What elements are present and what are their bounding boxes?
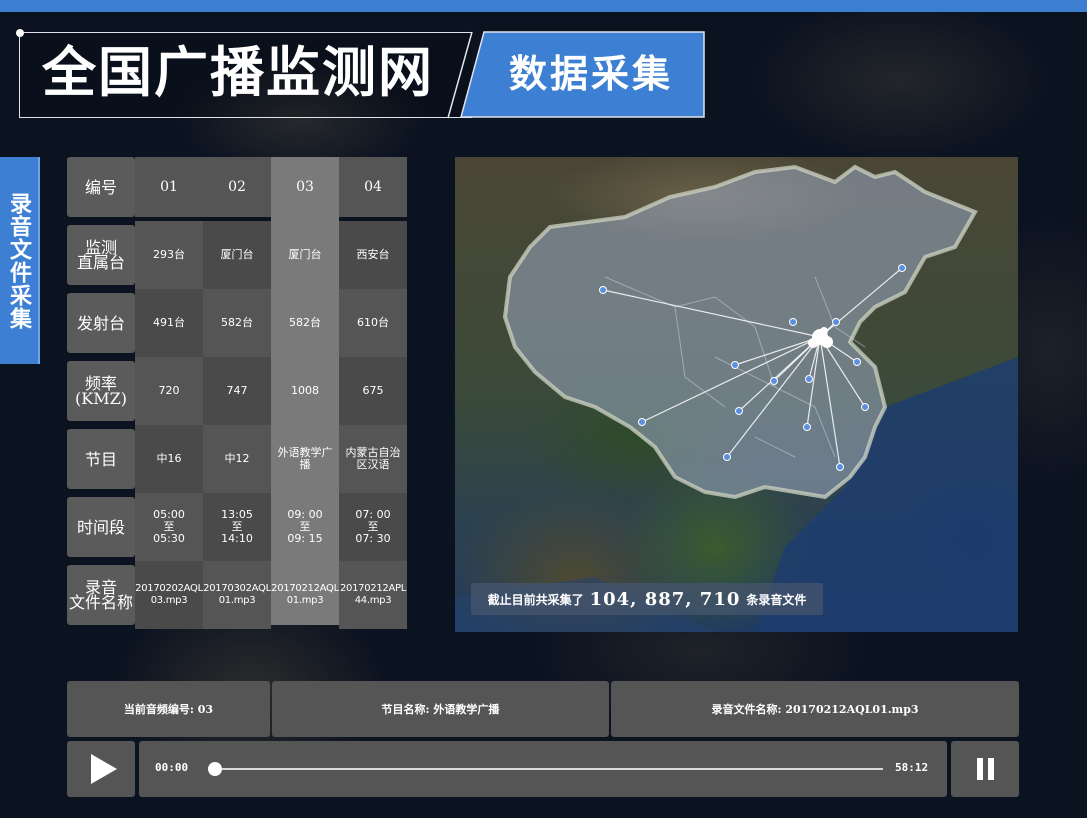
row-header-station: 监测 直属台 (67, 225, 135, 285)
cell-station-02[interactable]: 厦门台 (203, 221, 271, 289)
map-caption: 截止目前共采集了 104, 887, 710 条录音文件 (471, 583, 823, 615)
cell-file-name-03[interactable]: 20170212AQL 01.mp3 (271, 561, 339, 629)
time-current: 00:00 (155, 761, 189, 774)
cell-program-02[interactable]: 中12 (203, 425, 271, 493)
cell-transmitter-03[interactable]: 582台 (271, 289, 339, 357)
caption-count: 104, 887, 710 (589, 588, 741, 610)
cell-program-01[interactable]: 中16 (135, 425, 203, 493)
current-audio-id-label: 当前音频编号: 03 (123, 703, 214, 716)
pause-button[interactable] (951, 741, 1019, 797)
cell-transmitter-04[interactable]: 610台 (339, 289, 407, 357)
cell-transmitter-01[interactable]: 491台 (135, 289, 203, 357)
map-overlay (455, 164, 1018, 632)
cell-station-01[interactable]: 293台 (135, 221, 203, 289)
play-button[interactable] (67, 741, 135, 797)
cell-id-01[interactable]: 01 (135, 157, 203, 217)
cell-station-03[interactable]: 厦门台 (271, 221, 339, 289)
cell-transmitter-02[interactable]: 582台 (203, 289, 271, 357)
page-subtitle: 数据采集 (508, 52, 673, 96)
row-header-frequency: 频率 (KMZ) (67, 361, 135, 421)
cell-id-04[interactable]: 04 (339, 157, 407, 217)
progress-track[interactable] (213, 768, 883, 770)
cell-time-slot-01[interactable]: 05:00 至 05:30 (135, 493, 203, 561)
row-header-id: 编号 (67, 157, 135, 217)
progress-knob[interactable] (208, 762, 222, 776)
page-title: 全国广播监测网 (42, 41, 434, 104)
side-tab-label: 录音文件采集 (6, 191, 32, 330)
cell-frequency-01[interactable]: 720 (135, 357, 203, 425)
recording-file-name-label: 录音文件名称: 20170212AQL01.mp3 (711, 703, 919, 716)
cell-frequency-04[interactable]: 675 (339, 357, 407, 425)
cell-time-slot-03[interactable]: 09: 00 至 09: 15 (271, 493, 339, 561)
cell-file-name-04[interactable]: 20170212APL 44.mp3 (339, 561, 407, 629)
caption-suffix: 条录音文件 (746, 592, 807, 607)
row-header-time-slot: 时间段 (67, 497, 135, 557)
play-icon (91, 754, 117, 784)
row-header-file-name: 录音 文件名称 (67, 565, 135, 625)
row-header-program: 节目 (67, 429, 135, 489)
caption-prefix: 截止目前共采集了 (487, 592, 584, 607)
title-corner-dot (16, 29, 24, 37)
cell-file-name-01[interactable]: 20170202AQL 03.mp3 (135, 561, 203, 629)
recording-file-name: 录音文件名称: 20170212AQL01.mp3 (611, 681, 1019, 737)
cell-id-03[interactable]: 03 (271, 157, 339, 217)
cell-station-04[interactable]: 西安台 (339, 221, 407, 289)
top-accent-bar (0, 0, 1087, 12)
side-tab-recording-collection[interactable]: 录音文件采集 (0, 157, 40, 364)
cell-time-slot-04[interactable]: 07: 00 至 07: 30 (339, 493, 407, 561)
program-name: 节目名称: 外语教学广播 (272, 681, 609, 737)
pause-icon (977, 758, 994, 780)
row-header-transmitter: 发射台 (67, 293, 135, 353)
china-map: 截止目前共采集了 104, 887, 710 条录音文件 (455, 157, 1018, 632)
cell-program-03[interactable]: 外语教学广 播 (271, 425, 339, 493)
recording-table: 编号 01 02 03 04 监测 直属台 293台 厦门台 厦门台 西安台 发射台 491台 582台… (67, 157, 407, 629)
cell-id-02[interactable]: 02 (203, 157, 271, 217)
progress-bar-panel: 00:00 58:12 (139, 741, 947, 797)
cell-file-name-02[interactable]: 20170302AQL 01.mp3 (203, 561, 271, 629)
program-name-label: 节目名称: 外语教学广播 (381, 703, 500, 716)
cell-time-slot-02[interactable]: 13:05 至 14:10 (203, 493, 271, 561)
current-audio-id: 当前音频编号: 03 (67, 681, 270, 737)
cell-program-04[interactable]: 内蒙古自治 区汉语 (339, 425, 407, 493)
cell-frequency-03[interactable]: 1008 (271, 357, 339, 425)
time-total: 58:12 (895, 761, 929, 774)
cell-frequency-02[interactable]: 747 (203, 357, 271, 425)
